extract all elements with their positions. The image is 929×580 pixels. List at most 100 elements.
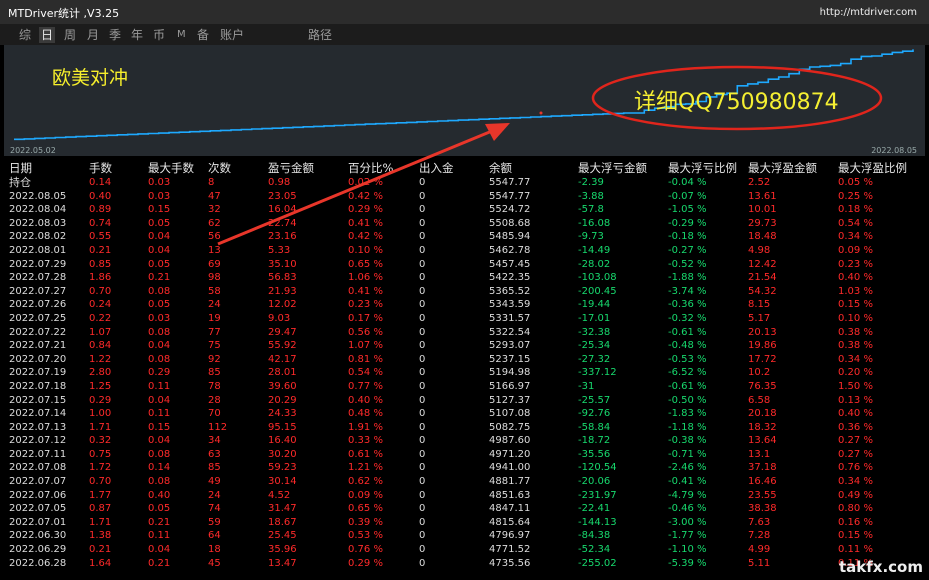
cell-pnl: 29.47 <box>268 326 297 338</box>
table-row[interactable]: 2022.07.21 0.84 0.04 75 55.92 1.07 % 0 5293.07 -… <box>0 339 929 353</box>
table-row[interactable]: 2022.08.02 0.55 0.04 56 23.16 0.42 % 0 5485.94 -… <box>0 230 929 244</box>
chart-label: 欧美对冲 <box>52 67 129 89</box>
cell-percent: 0.29 % <box>348 204 383 216</box>
cell-inout: 0 <box>419 326 426 338</box>
tab-quarter[interactable]: 季 <box>107 27 123 43</box>
tab-account[interactable]: 账户 <box>218 27 246 43</box>
cell-max-lots: 0.04 <box>148 244 171 256</box>
cell-inout: 0 <box>419 462 426 474</box>
cell-max-loss: -92.76 <box>578 408 611 420</box>
table-row[interactable]: 2022.07.05 0.87 0.05 74 31.47 0.65 % 0 4847.11 -… <box>0 502 929 516</box>
cell-balance: 4796.97 <box>489 530 531 542</box>
col-max-gain-pct: 最大浮盈比例 <box>838 161 907 175</box>
cell-pnl: 18.67 <box>268 516 297 528</box>
cell-max-loss-pct: -0.38 % <box>668 435 707 447</box>
cell-max-loss: -52.34 <box>578 544 611 556</box>
cell-balance: 5293.07 <box>489 340 531 352</box>
table-row[interactable]: 2022.08.04 0.89 0.15 32 16.04 0.29 % 0 5524.72 -… <box>0 203 929 217</box>
website-link[interactable]: http://mtdriver.com <box>820 7 917 18</box>
table-row[interactable]: 2022.08.05 0.40 0.03 47 23.05 0.42 % 0 5547.77 -… <box>0 190 929 204</box>
cell-percent: 0.81 % <box>348 353 383 365</box>
cell-percent: 0.41 % <box>348 285 383 297</box>
table-row[interactable]: 2022.06.30 1.38 0.11 64 25.45 0.53 % 0 4796.97 -… <box>0 529 929 543</box>
cell-count: 85 <box>208 367 221 379</box>
cell-balance: 5422.35 <box>489 272 531 284</box>
cell-date: 2022.07.27 <box>9 285 67 297</box>
tab-currency[interactable]: 币 <box>151 27 167 43</box>
cell-max-lots: 0.08 <box>148 476 171 488</box>
cell-max-loss-pct: -0.46 % <box>668 503 707 515</box>
cell-percent: 0.54 % <box>348 367 383 379</box>
col-max-lots: 最大手数 <box>148 161 194 175</box>
cell-max-gain-pct: 0.10 % <box>838 312 873 324</box>
table-row[interactable]: 2022.07.27 0.70 0.08 58 21.93 0.41 % 0 5365.52 -… <box>0 285 929 299</box>
cell-max-gain: 13.61 <box>748 190 777 202</box>
cell-percent: 1.07 % <box>348 340 383 352</box>
cell-max-loss: -35.56 <box>578 448 611 460</box>
cell-max-gain-pct: 0.13 % <box>838 394 873 406</box>
cell-balance: 5508.68 <box>489 217 531 229</box>
table-row[interactable]: 2022.07.20 1.22 0.08 92 42.17 0.81 % 0 5237.15 -… <box>0 353 929 367</box>
table-row[interactable]: 2022.07.26 0.24 0.05 24 12.02 0.23 % 0 5343.59 -… <box>0 298 929 312</box>
cell-max-lots: 0.15 <box>148 421 171 433</box>
cell-max-gain: 23.55 <box>748 489 777 501</box>
cell-max-loss: -9.73 <box>578 231 604 243</box>
cell-max-loss: -16.08 <box>578 217 611 229</box>
cell-percent: 0.42 % <box>348 190 383 202</box>
tab-week[interactable]: 周 <box>62 27 78 43</box>
table-row[interactable]: 2022.07.06 1.77 0.40 24 4.52 0.09 % 0 4851.63 -2… <box>0 489 929 503</box>
cell-max-lots: 0.11 <box>148 530 171 542</box>
cell-balance: 5343.59 <box>489 299 531 311</box>
table-row[interactable]: 2022.07.25 0.22 0.03 19 9.03 0.17 % 0 5331.57 -1… <box>0 312 929 326</box>
table-row[interactable]: 2022.07.29 0.85 0.05 69 35.10 0.65 % 0 5457.45 -… <box>0 258 929 272</box>
table-row[interactable]: 2022.07.11 0.75 0.08 63 30.20 0.61 % 0 4971.20 -… <box>0 448 929 462</box>
tab-path[interactable]: 路径 <box>306 27 334 43</box>
cell-pnl: 16.40 <box>268 435 297 447</box>
cell-max-lots: 0.40 <box>148 489 171 501</box>
tab-bar: 综 日 周 月 季 年 币 M 备 账户 路径 <box>0 24 929 45</box>
holding-row[interactable]: 持仓 0.14 0.03 8 0.98 0.02 % 0 5547.77 -2.39 -0.04 … <box>0 176 929 190</box>
cell-percent: 1.21 % <box>348 462 383 474</box>
table-row[interactable]: 2022.06.28 1.64 0.21 45 13.47 0.29 % 0 4735.56 -… <box>0 557 929 571</box>
table-row[interactable]: 2022.06.29 0.21 0.04 18 35.96 0.76 % 0 4771.52 -… <box>0 543 929 557</box>
table-row[interactable]: 2022.07.28 1.86 0.21 98 56.83 1.06 % 0 5422.35 -… <box>0 271 929 285</box>
cell-max-gain: 19.86 <box>748 340 777 352</box>
table-row[interactable]: 2022.07.15 0.29 0.04 28 20.29 0.40 % 0 5127.37 -… <box>0 394 929 408</box>
cell-max-gain: 7.28 <box>748 530 771 542</box>
table-row[interactable]: 2022.07.22 1.07 0.08 77 29.47 0.56 % 0 5322.54 -… <box>0 326 929 340</box>
table-row[interactable]: 2022.07.13 1.71 0.15 112 95.15 1.91 % 0 5082.75… <box>0 421 929 435</box>
cell-inout: 0 <box>419 476 426 488</box>
table-row[interactable]: 2022.07.12 0.32 0.04 34 16.40 0.33 % 0 4987.60 -… <box>0 434 929 448</box>
cell-pnl: 31.47 <box>268 503 297 515</box>
cell-max-gain: 4.99 <box>748 544 771 556</box>
cell-percent: 1.06 % <box>348 272 383 284</box>
cell-max-loss-pct: -1.18 % <box>668 421 707 433</box>
cell-max-loss-pct: -0.41 % <box>668 476 707 488</box>
tab-backup[interactable]: 备 <box>195 27 211 43</box>
table-row[interactable]: 2022.07.07 0.70 0.08 49 30.14 0.62 % 0 4881.77 -… <box>0 475 929 489</box>
cell-inout: 0 <box>419 435 426 447</box>
cell-lots: 0.14 <box>89 177 112 188</box>
cell-count: 45 <box>208 557 221 569</box>
table-row[interactable]: 2022.07.01 1.71 0.21 59 18.67 0.39 % 0 4815.64 -… <box>0 516 929 530</box>
cell-date: 2022.08.05 <box>9 190 67 202</box>
table-row[interactable]: 2022.07.08 1.72 0.14 85 59.23 1.21 % 0 4941.00 -… <box>0 461 929 475</box>
cell-count: 85 <box>208 462 221 474</box>
tab-month[interactable]: 月 <box>85 27 101 43</box>
table-row[interactable]: 2022.07.19 2.80 0.29 85 28.01 0.54 % 0 5194.98 -… <box>0 366 929 380</box>
tab-day[interactable]: 日 <box>39 27 56 43</box>
cell-pnl: 42.17 <box>268 353 297 365</box>
cell-balance: 5365.52 <box>489 285 531 297</box>
cell-max-lots: 0.14 <box>148 462 171 474</box>
tab-year[interactable]: 年 <box>129 27 145 43</box>
col-max-loss-pct: 最大浮亏比例 <box>668 161 737 175</box>
cell-max-loss: -25.57 <box>578 394 611 406</box>
table-row[interactable]: 2022.08.01 0.21 0.04 13 5.33 0.10 % 0 5462.78 -1… <box>0 244 929 258</box>
table-row[interactable]: 2022.07.14 1.00 0.11 70 24.33 0.48 % 0 5107.08 -… <box>0 407 929 421</box>
table-row[interactable]: 2022.07.18 1.25 0.11 78 39.60 0.77 % 0 5166.97 -… <box>0 380 929 394</box>
tab-summary[interactable]: 综 <box>17 27 33 43</box>
cell-balance: 5547.77 <box>489 177 531 188</box>
table-row[interactable]: 2022.08.03 0.74 0.05 62 22.74 0.41 % 0 5508.68 -… <box>0 217 929 231</box>
tab-m[interactable]: M <box>175 27 188 43</box>
cell-date: 2022.07.13 <box>9 421 67 433</box>
